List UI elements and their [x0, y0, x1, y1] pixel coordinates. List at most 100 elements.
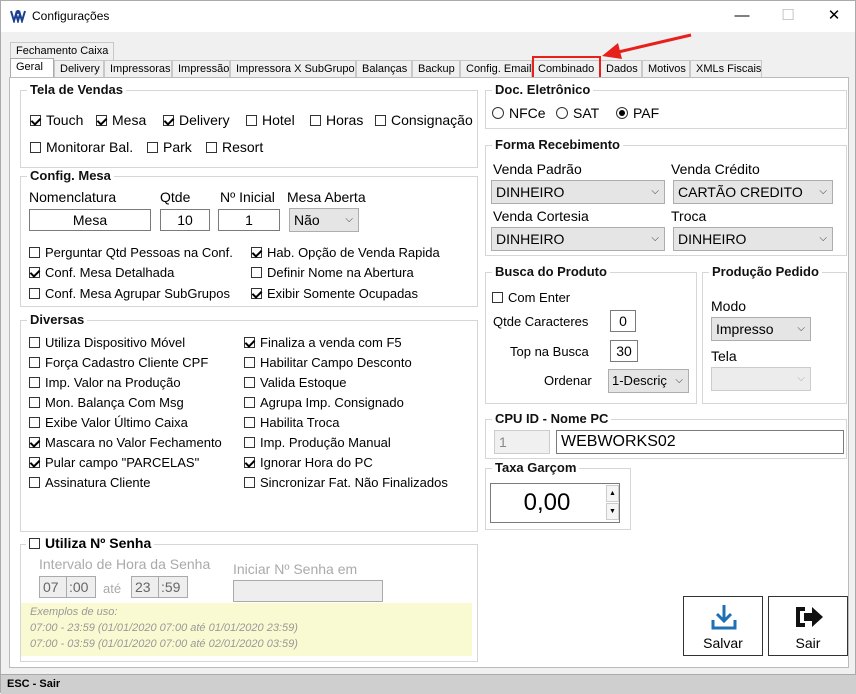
configuracoes-window: Configurações — ☐ ✕ Fechamento Caixa Ger… [0, 0, 856, 694]
tab-motivos[interactable]: Motivos [642, 60, 690, 78]
tela-vendas-mesa[interactable]: Mesa [96, 113, 146, 128]
troca-select[interactable]: DINHEIRO ⌵ [673, 227, 833, 251]
doc-sat-radio[interactable]: SAT [556, 105, 599, 121]
minimize-button[interactable]: — [719, 1, 765, 32]
tab-impressora-x-subgrupo[interactable]: Impressora X SubGrupo [230, 60, 356, 78]
spinner-up-icon[interactable]: ▲ [606, 485, 619, 502]
hora-inicio-h[interactable]: 07 [39, 576, 67, 598]
tela-select[interactable]: ⌵ [711, 367, 811, 391]
venda-credito-value: CARTÃO CREDITO [678, 184, 803, 200]
config-mesa-option[interactable]: Perguntar Qtd Pessoas na Conf. [29, 245, 233, 260]
ordenar-select[interactable]: 1-Descriç ⌵ [608, 369, 689, 393]
config-mesa-option[interactable]: Conf. Mesa Detalhada [29, 265, 174, 280]
diversas-option[interactable]: Mascara no Valor Fechamento [29, 435, 222, 450]
tela-vendas-monitorar-bal--label: Monitorar Bal. [46, 139, 134, 155]
troca-label: Troca [671, 208, 707, 224]
config-mesa-option[interactable]: Conf. Mesa Agrupar SubGrupos [29, 286, 230, 301]
nome-pc-input[interactable]: WEBWORKS02 [556, 430, 844, 454]
tab-xmls-fiscais[interactable]: XMLs Fiscais [690, 60, 762, 78]
mesa-aberta-value: Não [294, 212, 320, 228]
checkbox-checked-icon [96, 115, 107, 126]
venda-credito-select[interactable]: CARTÃO CREDITO ⌵ [673, 180, 833, 204]
checkbox-icon [29, 357, 40, 368]
qtde-caracteres-input[interactable]: 0 [610, 310, 636, 332]
modo-label: Modo [711, 298, 747, 314]
hora-inicio-m[interactable]: :00 [66, 576, 96, 598]
tab-impressoras[interactable]: Impressoras [104, 60, 172, 78]
venda-cortesia-select[interactable]: DINHEIRO ⌵ [491, 227, 665, 251]
iniciar-senha-input[interactable] [233, 580, 383, 602]
sair-button[interactable]: Sair [768, 596, 848, 656]
checkbox-icon [375, 115, 386, 126]
config-mesa-option[interactable]: Hab. Opção de Venda Rapida [251, 245, 440, 260]
hora-fim-h[interactable]: 23 [131, 576, 159, 598]
tela-vendas-consigna-o-label: Consignação [391, 112, 473, 128]
checkbox-icon [29, 477, 40, 488]
tab-delivery[interactable]: Delivery [54, 60, 104, 78]
diversas-option[interactable]: Imp. Produção Manual [244, 435, 391, 450]
qtde-caracteres-label: Qtde Caracteres [493, 314, 589, 329]
save-download-icon [711, 605, 737, 630]
exit-icon [796, 607, 823, 627]
diversas-option[interactable]: Finaliza a venda com F5 [244, 335, 402, 350]
config-mesa-option[interactable]: Exibir Somente Ocupadas [251, 286, 418, 301]
diversas-option[interactable]: Pular campo "PARCELAS" [29, 455, 199, 470]
config-mesa-option-label: Hab. Opção de Venda Rapida [267, 245, 440, 260]
checkbox-icon [206, 142, 217, 153]
tab-config-email[interactable]: Config. Email [460, 60, 532, 78]
taxa-garcom-input[interactable]: 0,00 [490, 483, 620, 523]
diversas-option[interactable]: Imp. Valor na Produção [29, 375, 181, 390]
com-enter-checkbox[interactable]: Com Enter [492, 290, 570, 305]
tela-vendas-consigna-o[interactable]: Consignação [375, 113, 473, 128]
numero-inicial-input[interactable]: 1 [218, 209, 280, 231]
diversas-option-label: Mascara no Valor Fechamento [45, 435, 222, 450]
diversas-option[interactable]: Ignorar Hora do PC [244, 455, 373, 470]
tab-balan-as[interactable]: Balanças [356, 60, 412, 78]
doc-option-label: PAF [633, 105, 660, 121]
diversas-option[interactable]: Habilitar Campo Desconto [244, 355, 412, 370]
top-busca-input[interactable]: 30 [610, 340, 638, 362]
checkbox-icon [244, 357, 255, 368]
tela-vendas-touch[interactable]: Touch [30, 113, 83, 128]
tela-vendas-monitorar-bal-[interactable]: Monitorar Bal. [30, 140, 133, 155]
salvar-button[interactable]: Salvar [683, 596, 763, 656]
diversas-option[interactable]: Valida Estoque [244, 375, 347, 390]
doc-nfce-radio[interactable]: NFCe [492, 105, 546, 121]
tab-impress-o[interactable]: Impressão [172, 60, 230, 78]
hora-fim-m[interactable]: :59 [158, 576, 188, 598]
mesa-aberta-select[interactable]: Não ⌵ [289, 208, 359, 232]
tab-backup[interactable]: Backup [412, 60, 460, 78]
qtde-input[interactable]: 10 [160, 209, 210, 231]
diversas-option[interactable]: Agrupa Imp. Consignado [244, 395, 404, 410]
config-mesa-option[interactable]: Definir Nome na Abertura [251, 265, 414, 280]
diversas-option[interactable]: Mon. Balança Com Msg [29, 395, 184, 410]
utiliza-senha-checkbox[interactable]: Utiliza Nº Senha [26, 536, 155, 551]
close-button[interactable]: ✕ [811, 1, 856, 32]
tab-geral[interactable]: Geral [10, 58, 54, 79]
maximize-button[interactable]: ☐ [765, 1, 811, 32]
venda-padrao-select[interactable]: DINHEIRO ⌵ [491, 180, 665, 204]
checkbox-icon [244, 377, 255, 388]
cpu-id-input[interactable]: 1 [494, 430, 550, 454]
tela-vendas-horas[interactable]: Horas [310, 113, 363, 128]
diversas-option-label: Pular campo "PARCELAS" [45, 455, 200, 470]
diversas-option[interactable]: Assinatura Cliente [29, 475, 151, 490]
chevron-down-icon: ⌵ [651, 233, 659, 244]
diversas-option-label: Finaliza a venda com F5 [260, 335, 402, 350]
tela-vendas-park[interactable]: Park [147, 140, 192, 155]
doc-paf-radio[interactable]: PAF [616, 105, 659, 121]
tela-vendas-resort[interactable]: Resort [206, 140, 263, 155]
diversas-option[interactable]: Força Cadastro Cliente CPF [29, 355, 208, 370]
diversas-option[interactable]: Exibe Valor Último Caixa [29, 415, 188, 430]
diversas-option[interactable]: Sincronizar Fat. Não Finalizados [244, 475, 448, 490]
tab-dados[interactable]: Dados [600, 60, 642, 78]
checkbox-checked-icon [251, 247, 262, 258]
checkbox-icon [30, 142, 41, 153]
diversas-option[interactable]: Utiliza Dispositivo Móvel [29, 335, 185, 350]
tela-vendas-hotel[interactable]: Hotel [246, 113, 295, 128]
tela-vendas-delivery[interactable]: Delivery [163, 113, 230, 128]
nomenclatura-input[interactable]: Mesa [29, 209, 151, 231]
spinner-down-icon[interactable]: ▼ [606, 503, 619, 520]
modo-select[interactable]: Impresso ⌵ [711, 317, 811, 341]
diversas-option[interactable]: Habilita Troca [244, 415, 339, 430]
